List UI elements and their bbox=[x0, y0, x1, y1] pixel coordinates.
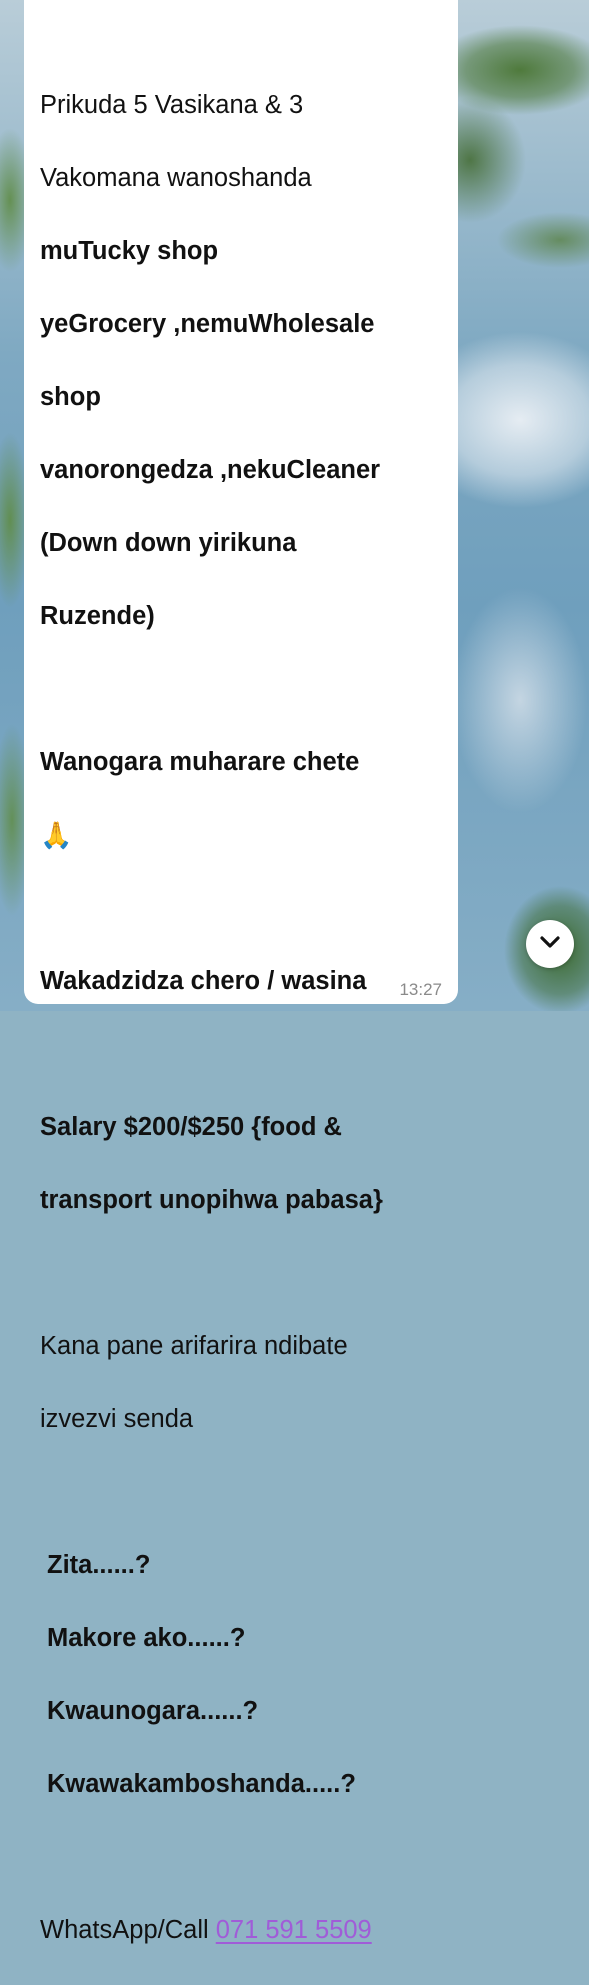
contact-label: WhatsApp/Call bbox=[40, 1915, 216, 1944]
contact-line: WhatsApp/Call 071 591 5509 bbox=[40, 1912, 450, 1949]
message-line: Zita......? bbox=[47, 1550, 151, 1579]
message-line: Ruzende) bbox=[40, 601, 155, 630]
message-line: Kwaunogara......? bbox=[47, 1696, 259, 1725]
message-line: Makore ako......? bbox=[47, 1623, 246, 1652]
message-timestamp: 13:27 bbox=[399, 980, 442, 999]
message-line: Kana pane arifarira ndibate bbox=[40, 1331, 348, 1360]
message-line: Vakomana wanoshanda bbox=[40, 163, 312, 192]
message-line: Wakadzidza chero / wasina bbox=[40, 966, 367, 995]
message-line: Wanogara muharare chete bbox=[40, 747, 360, 776]
chevron-down-icon bbox=[539, 935, 561, 954]
message-line: Kwawakamboshanda.....? bbox=[47, 1769, 356, 1798]
message-bubble[interactable]: Prikuda 5 Vasikana & 3 Vakomana wanoshan… bbox=[24, 0, 458, 1944]
message-line: muTucky shop bbox=[40, 236, 219, 265]
message-line: Salary $200/$250 {food & bbox=[40, 1112, 342, 1141]
message-line: shop bbox=[40, 382, 101, 411]
message-line: izvezvi senda bbox=[40, 1404, 194, 1433]
message-line: yeGrocery ,nemuWholesale bbox=[40, 309, 375, 338]
message-text: Prikuda 5 Vasikana & 3 Vakomana wanoshan… bbox=[40, 50, 450, 1985]
message-line: Prikuda 5 Vasikana & 3 bbox=[40, 90, 304, 119]
message-line: vanorongedza ,nekuCleaner bbox=[40, 455, 381, 484]
message-line: transport unopihwa pabasa} bbox=[40, 1185, 383, 1214]
folded-hands-emoji: 🙏 bbox=[40, 819, 73, 850]
message-line: (Down down yirikuna bbox=[40, 528, 297, 557]
scroll-to-bottom-button[interactable] bbox=[526, 920, 574, 968]
phone-number-link[interactable]: 071 591 5509 bbox=[216, 1916, 372, 1944]
